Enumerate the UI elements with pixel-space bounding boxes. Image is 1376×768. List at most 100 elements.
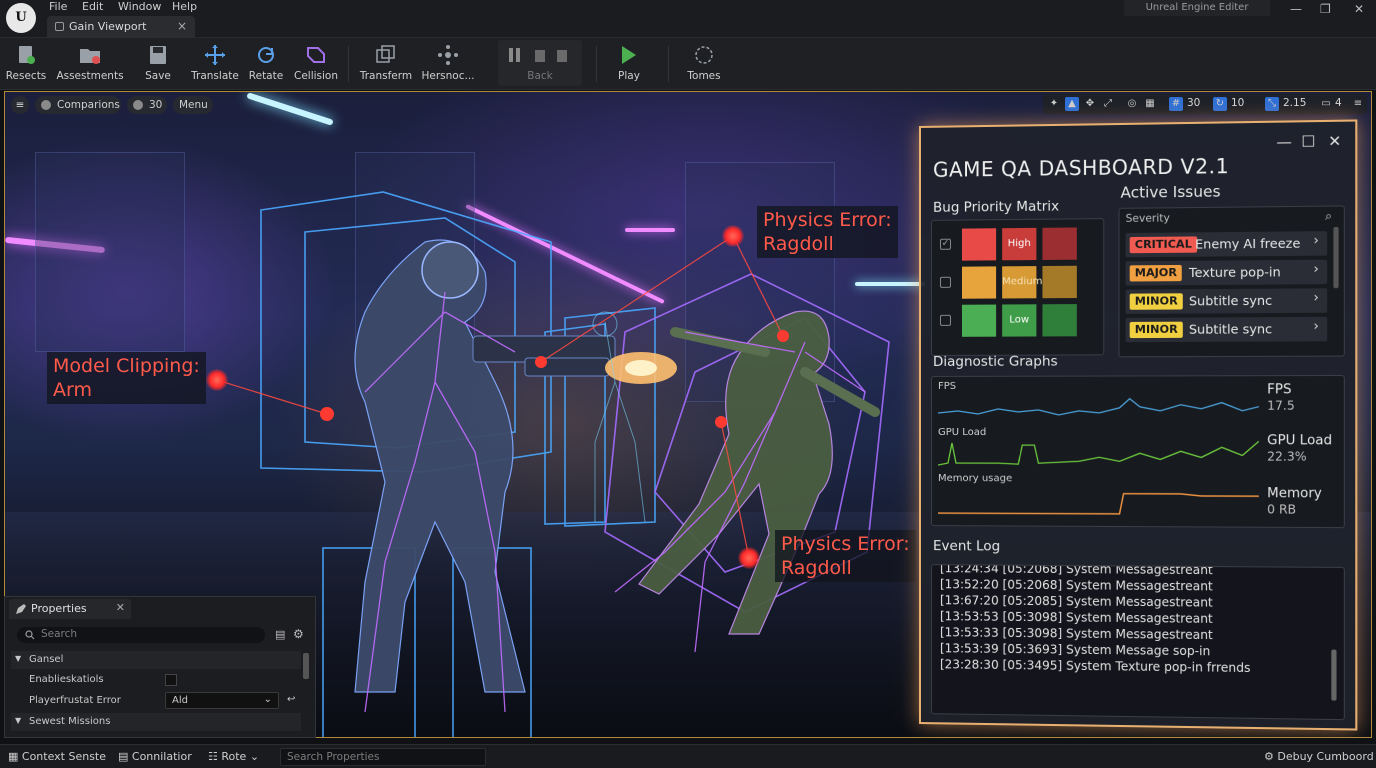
diagnostic-graphs-title: Diagnostic Graphs [933, 354, 1058, 370]
minimize-window-button[interactable]: — [1290, 2, 1302, 16]
scale-snap-icon[interactable]: ⤡ [1265, 97, 1279, 111]
qa-dashboard-window[interactable]: — ☐ ✕ GAME QA DASHBOARD V2.1 Bug Priorit… [919, 119, 1357, 730]
matrix-cell-low[interactable]: Low [1002, 304, 1036, 336]
hersnoc-button[interactable]: Hersnoc... [420, 38, 476, 90]
transform-button[interactable]: Transferm [358, 38, 414, 90]
compilation-button[interactable]: ▤ Connilatior [118, 750, 192, 763]
property-dropdown[interactable]: Ald ⌄ [165, 692, 279, 709]
viewport-gizmo-bar: ✦ ▲ ✥ ⤢ ◎ ▦ # 30 ↻ 10 ⤡ 2.15 ▭ 4 ≡ [1043, 94, 1367, 114]
issue-row[interactable]: CRITICAL Enemy AI freeze › [1126, 231, 1328, 257]
error-marker[interactable] [206, 369, 228, 391]
search-icon[interactable]: ⌕ [1325, 209, 1332, 224]
document-tab[interactable]: Gain Viewport × [47, 16, 195, 38]
camera-icon [133, 100, 143, 110]
property-checkbox[interactable] [165, 674, 177, 686]
dashboard-title: GAME QA DASHBOARD V2.1 [933, 154, 1229, 182]
matrix-cell-medium-dark[interactable] [1042, 266, 1076, 298]
low-checkbox[interactable] [940, 315, 951, 326]
matrix-cell-low-dark[interactable] [1042, 304, 1076, 336]
maximize-window-button[interactable]: ❐ [1320, 2, 1331, 16]
section-gansel[interactable]: ▼ Gansel [11, 651, 301, 669]
close-window-button[interactable]: ✕ [1354, 2, 1364, 16]
matrix-cell-critical[interactable] [962, 228, 996, 260]
menu-file[interactable]: File [49, 0, 67, 13]
property-row: Enablieskatiols [11, 671, 301, 689]
scale-snap-value[interactable]: 2.15 [1283, 97, 1306, 109]
error-marker[interactable] [722, 225, 744, 247]
viewport-menu-button[interactable]: ≡ [11, 96, 29, 114]
dashboard-minimize-button[interactable]: — [1276, 133, 1292, 152]
table-view-icon[interactable]: ▤ [275, 628, 285, 641]
gpu-line-graph [938, 437, 1259, 470]
comparisons-dropdown[interactable]: Comparions [35, 96, 121, 114]
matrix-cell-low-light[interactable] [962, 305, 996, 337]
toolbar-divider [348, 46, 349, 82]
dashboard-close-button[interactable]: ✕ [1328, 132, 1341, 151]
matrix-cell-medium[interactable]: Medium [1002, 266, 1036, 298]
issue-text: Texture pop-in [1189, 264, 1281, 280]
close-tab-icon[interactable]: × [177, 19, 187, 33]
back-button[interactable]: Back [500, 38, 580, 90]
resects-button[interactable]: Resects [4, 38, 48, 90]
unreal-logo[interactable]: U [6, 3, 36, 33]
menu-help[interactable]: Help [172, 0, 197, 13]
move-mode-icon[interactable]: ✥ [1083, 97, 1097, 111]
issue-row[interactable]: MAJOR Texture pop-in › [1126, 260, 1328, 286]
context-sensitive-toggle[interactable]: ▦ Context Senste [8, 750, 106, 763]
model-clipping-callout[interactable]: Model Clipping: Arm [47, 352, 206, 404]
event-log-scrollbar[interactable] [1331, 650, 1336, 701]
layout-menu-icon[interactable]: ≡ [1351, 97, 1365, 111]
document-plus-icon [14, 44, 38, 66]
save-button[interactable]: Save [138, 38, 178, 90]
assestments-button[interactable]: Assestments [56, 38, 124, 90]
grid-snap-value[interactable]: 30 [1187, 97, 1200, 109]
camera-speed-value[interactable]: 4 [1335, 97, 1342, 109]
rote-dropdown[interactable]: ☷ Rote ⌄ [208, 750, 259, 763]
properties-search-input[interactable]: Search [17, 627, 265, 643]
menu-edit[interactable]: Edit [82, 0, 103, 13]
menu-dropdown[interactable]: Menu [173, 96, 213, 114]
camera-speed-icon[interactable]: ▭ [1319, 97, 1333, 111]
error-marker[interactable] [738, 547, 760, 569]
properties-tab[interactable]: Properties ✕ [9, 599, 131, 619]
matrix-cell-high[interactable]: High [1002, 228, 1036, 260]
matrix-cell-high-dark[interactable] [1042, 227, 1076, 260]
matrix-cell-medium-light[interactable] [962, 266, 996, 298]
grid-snap-icon[interactable]: # [1169, 97, 1183, 111]
menu-window[interactable]: Window [118, 0, 161, 13]
world-space-icon[interactable]: ◎ [1125, 97, 1139, 111]
close-properties-icon[interactable]: ✕ [116, 601, 125, 614]
issues-scrollbar[interactable] [1333, 227, 1338, 288]
settings-gear-icon[interactable]: ⚙ [293, 627, 304, 641]
collision-button[interactable]: Cellision [292, 38, 340, 90]
scale-mode-icon[interactable]: ⤢ [1101, 97, 1115, 111]
fps-name: FPS [1267, 382, 1291, 397]
high-checkbox[interactable]: ✓ [940, 239, 951, 250]
fps-value: 17.5 [1267, 399, 1295, 413]
section-missions[interactable]: ▼ Sewest Missions [11, 713, 301, 731]
event-log[interactable]: [13:24:34 [05:2068] System Messagestrean… [931, 564, 1345, 720]
issue-row[interactable]: MINOR Subtitle sync › [1126, 317, 1328, 342]
reset-arrow-icon[interactable]: ↩ [287, 694, 295, 705]
log-entry: [13:53:39 [05:3693] System Message sop-i… [940, 641, 1210, 658]
snap-icon[interactable]: ✦ [1047, 97, 1061, 111]
properties-scrollbar[interactable] [303, 653, 309, 679]
search-properties-input[interactable]: Search Properties [280, 748, 486, 766]
medium-checkbox[interactable] [940, 277, 951, 288]
physics-error-callout[interactable]: Physics Error: Ragdoll [775, 530, 916, 582]
tomes-button[interactable]: Tomes [680, 38, 728, 90]
issue-row[interactable]: MINOR Subtitle sync › [1126, 288, 1328, 314]
debug-dashboard-button[interactable]: ⚙ Debuy Cumboord [1264, 750, 1374, 763]
physics-error-callout[interactable]: Physics Error: Ragdoll [757, 206, 898, 258]
select-mode-icon[interactable]: ▲ [1065, 97, 1079, 111]
rotate-button[interactable]: Retate [246, 38, 286, 90]
pencil-icon [15, 603, 27, 615]
play-button[interactable]: Play [604, 38, 654, 90]
surface-snap-icon[interactable]: ▦ [1143, 97, 1157, 111]
rotation-snap-icon[interactable]: ↻ [1213, 97, 1227, 111]
move-gizmo-icon [436, 44, 460, 66]
rotation-snap-value[interactable]: 10 [1231, 97, 1244, 109]
dashboard-maximize-button[interactable]: ☐ [1301, 132, 1315, 151]
fov-dropdown[interactable]: 30 [127, 96, 167, 114]
translate-button[interactable]: Translate [190, 38, 240, 90]
